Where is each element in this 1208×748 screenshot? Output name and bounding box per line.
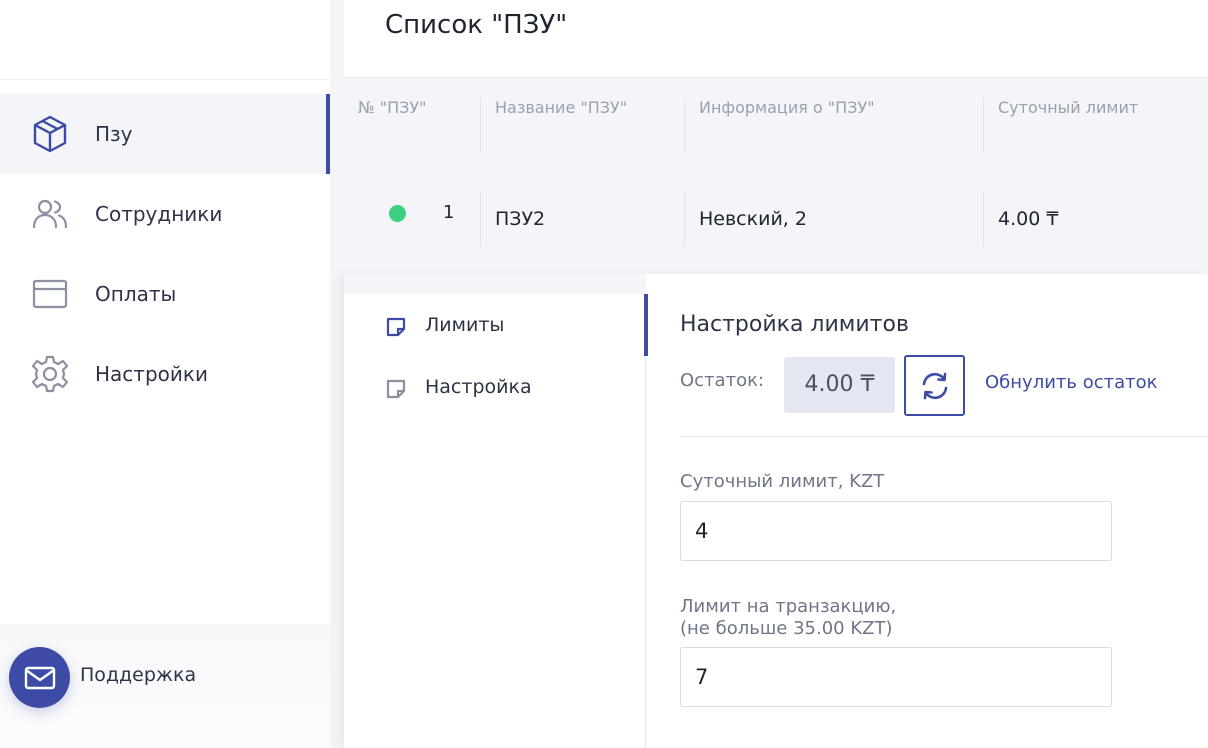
app-root: Пзу Сотрудники Оплаты Настройки Поддержк… xyxy=(0,0,1208,748)
daily-limit-label: Суточный лимит, KZT xyxy=(680,471,885,492)
tab-limits[interactable]: Лимиты xyxy=(344,294,648,356)
column-header-name[interactable]: Название "ПЗУ" xyxy=(495,98,627,117)
status-indicator xyxy=(389,205,406,222)
column-separator xyxy=(983,192,984,247)
sidebar-item-label: Пзу xyxy=(95,122,133,146)
sidebar-logo-area xyxy=(0,0,330,80)
row-info: Невский, 2 xyxy=(699,208,807,230)
gear-icon xyxy=(31,355,69,393)
refresh-balance-button[interactable] xyxy=(904,355,965,416)
detail-panel: Лимиты Настройка Настройка лимитов Остат… xyxy=(344,274,1208,748)
column-header-info[interactable]: Информация о "ПЗУ" xyxy=(699,98,875,117)
transaction-limit-label-line1: Лимит на транзакцию, xyxy=(680,596,897,617)
column-separator xyxy=(684,192,685,247)
box-icon xyxy=(33,115,67,153)
note-icon xyxy=(386,317,406,337)
sidebar: Пзу Сотрудники Оплаты Настройки Поддержк… xyxy=(0,0,330,748)
support-label[interactable]: Поддержка xyxy=(80,664,196,686)
daily-limit-input[interactable] xyxy=(680,501,1112,561)
sidebar-item-payments[interactable]: Оплаты xyxy=(0,254,330,334)
tab-label: Настройка xyxy=(425,376,532,398)
main-content: Список "ПЗУ" № "ПЗУ" Название "ПЗУ" Инфо… xyxy=(330,0,1208,748)
support-area: Поддержка xyxy=(0,624,330,748)
sidebar-item-settings[interactable]: Настройки xyxy=(0,334,330,414)
transaction-limit-input[interactable] xyxy=(680,647,1112,707)
transaction-limit-label: Лимит на транзакцию, (не больше 35.00 KZ… xyxy=(680,596,896,640)
users-icon xyxy=(32,199,68,229)
column-separator xyxy=(684,98,685,153)
column-header-daily-limit[interactable]: Суточный лимит xyxy=(998,98,1138,117)
tab-label: Лимиты xyxy=(425,314,505,336)
support-button[interactable] xyxy=(9,647,70,708)
page-header: Список "ПЗУ" xyxy=(344,0,1208,78)
reset-balance-link[interactable]: Обнулить остаток xyxy=(985,372,1158,393)
credit-card-icon xyxy=(32,279,68,309)
detail-tabs: Лимиты Настройка xyxy=(344,274,648,748)
section-title: Настройка лимитов xyxy=(680,312,909,337)
sidebar-item-label: Сотрудники xyxy=(95,202,223,226)
column-separator xyxy=(480,192,481,247)
column-separator xyxy=(480,98,481,153)
row-name: ПЗУ2 xyxy=(495,208,546,230)
sidebar-item-employees[interactable]: Сотрудники xyxy=(0,174,330,254)
row-daily-limit: 4.00 ₸ xyxy=(998,208,1059,230)
refresh-icon xyxy=(922,372,947,399)
sidebar-item-label: Настройки xyxy=(95,362,208,386)
column-separator xyxy=(983,98,984,153)
page-title: Список "ПЗУ" xyxy=(385,10,568,40)
column-header-number[interactable]: № "ПЗУ" xyxy=(358,98,426,117)
sidebar-item-pzu[interactable]: Пзу xyxy=(0,94,330,174)
tabs-top-gap xyxy=(344,274,646,294)
divider xyxy=(680,436,1208,437)
sidebar-item-label: Оплаты xyxy=(95,282,177,306)
balance-value: 4.00 ₸ xyxy=(784,357,895,413)
transaction-limit-label-line2: (не больше 35.00 KZT) xyxy=(680,618,893,639)
note-icon xyxy=(386,379,406,399)
row-number: 1 xyxy=(443,202,455,223)
mail-icon xyxy=(24,666,55,689)
balance-label: Остаток: xyxy=(680,370,765,391)
tab-settings[interactable]: Настройка xyxy=(344,356,646,418)
